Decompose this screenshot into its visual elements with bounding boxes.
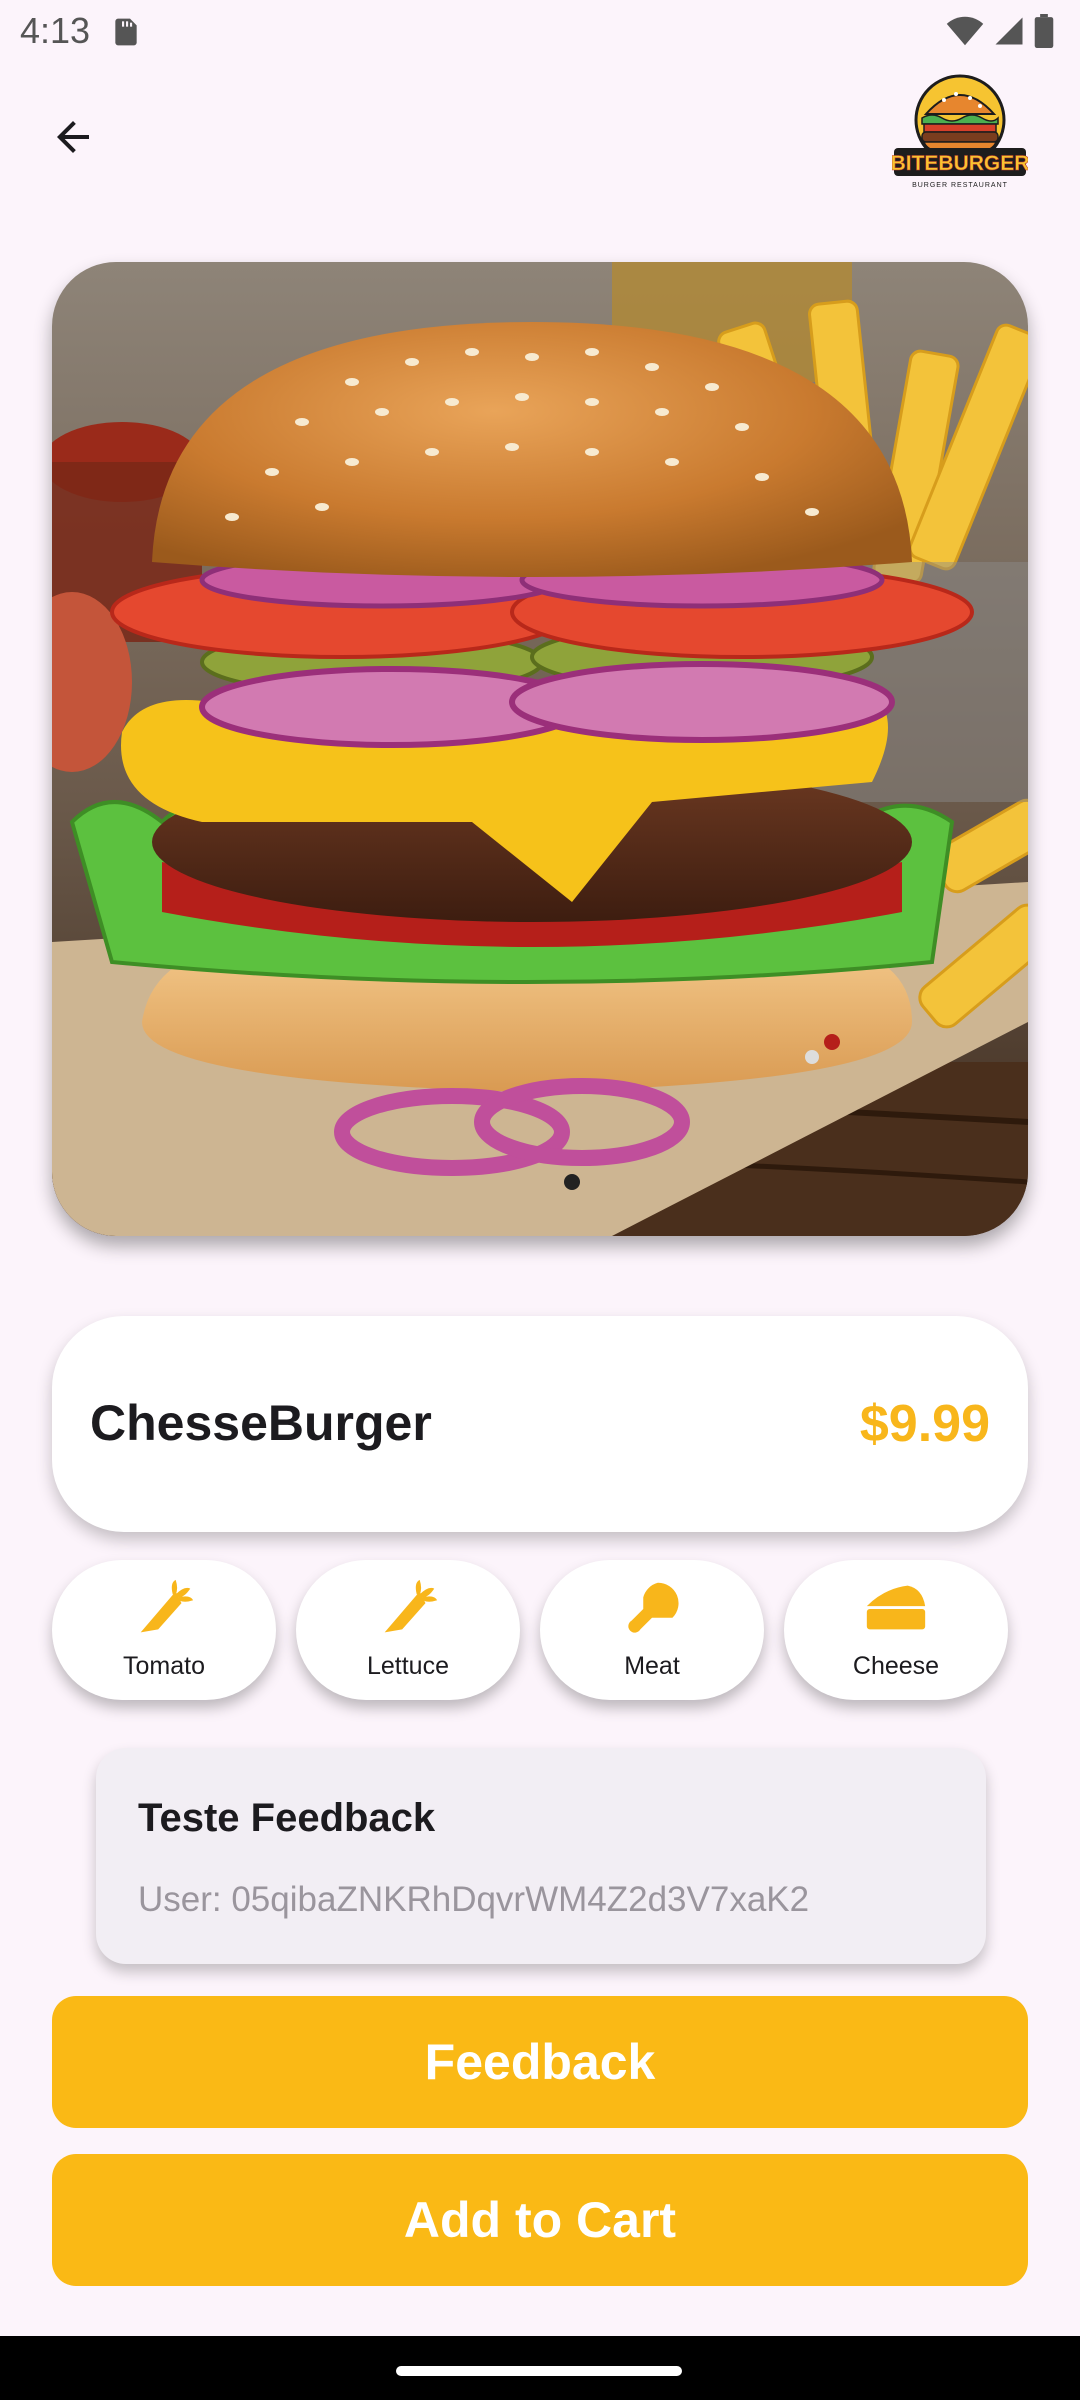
carrot-icon	[383, 1579, 438, 1634]
wifi-icon	[946, 16, 984, 46]
battery-icon	[1034, 14, 1054, 48]
burger-image	[52, 262, 1028, 1236]
ingredient-label: Lettuce	[366, 1652, 449, 1680]
product-detail-screen: 4:13 BITEBURGER BURGER RESTAURANT Chesse…	[0, 0, 1080, 2400]
product-name: ChesseBurger	[90, 1395, 432, 1451]
ingredient-label: Cheese	[852, 1652, 940, 1680]
feedback-card: Teste Feedback User: 05qibaZNKRhDqvrWM4Z…	[96, 1748, 986, 1964]
home-indicator[interactable]	[396, 2366, 682, 2376]
carrot-icon	[139, 1579, 194, 1634]
product-price: $9.99	[859, 1395, 990, 1453]
system-nav-bar	[0, 2336, 1080, 2400]
sd-card-icon	[115, 18, 137, 46]
status-bar: 4:13	[0, 0, 1080, 64]
status-icons	[946, 14, 1054, 48]
ingredient-list: Tomato Lettuce Meat Cheese	[52, 1560, 1028, 1700]
cheese-icon	[866, 1585, 926, 1630]
ingredient-chip-cheese[interactable]: Cheese	[784, 1560, 1008, 1700]
cell-signal-icon	[995, 17, 1023, 45]
logo-tagline: BURGER RESTAURANT	[912, 182, 1008, 189]
ingredient-chip-lettuce[interactable]: Lettuce	[296, 1560, 520, 1700]
feedback-user: User: 05qibaZNKRhDqvrWM4Z2d3V7xaK2	[138, 1880, 810, 1919]
add-to-cart-button[interactable]: Add to Cart	[52, 2154, 1028, 2286]
product-title-card: ChesseBurger $9.99	[52, 1316, 1028, 1532]
logo-wordmark: BITEBURGER	[892, 152, 1028, 175]
back-button[interactable]	[36, 100, 110, 174]
ingredient-chip-tomato[interactable]: Tomato	[52, 1560, 276, 1700]
ingredient-label: Meat	[624, 1652, 680, 1680]
biteburger-logo: BITEBURGER BURGER RESTAURANT	[892, 74, 1028, 189]
feedback-button[interactable]: Feedback	[52, 1996, 1028, 2128]
drumstick-icon	[628, 1582, 679, 1633]
ingredient-chip-meat[interactable]: Meat	[540, 1560, 764, 1700]
status-time: 4:13	[20, 10, 91, 51]
arrow-back-icon	[57, 121, 89, 153]
ingredient-label: Tomato	[123, 1652, 205, 1680]
feedback-title: Teste Feedback	[138, 1796, 436, 1840]
